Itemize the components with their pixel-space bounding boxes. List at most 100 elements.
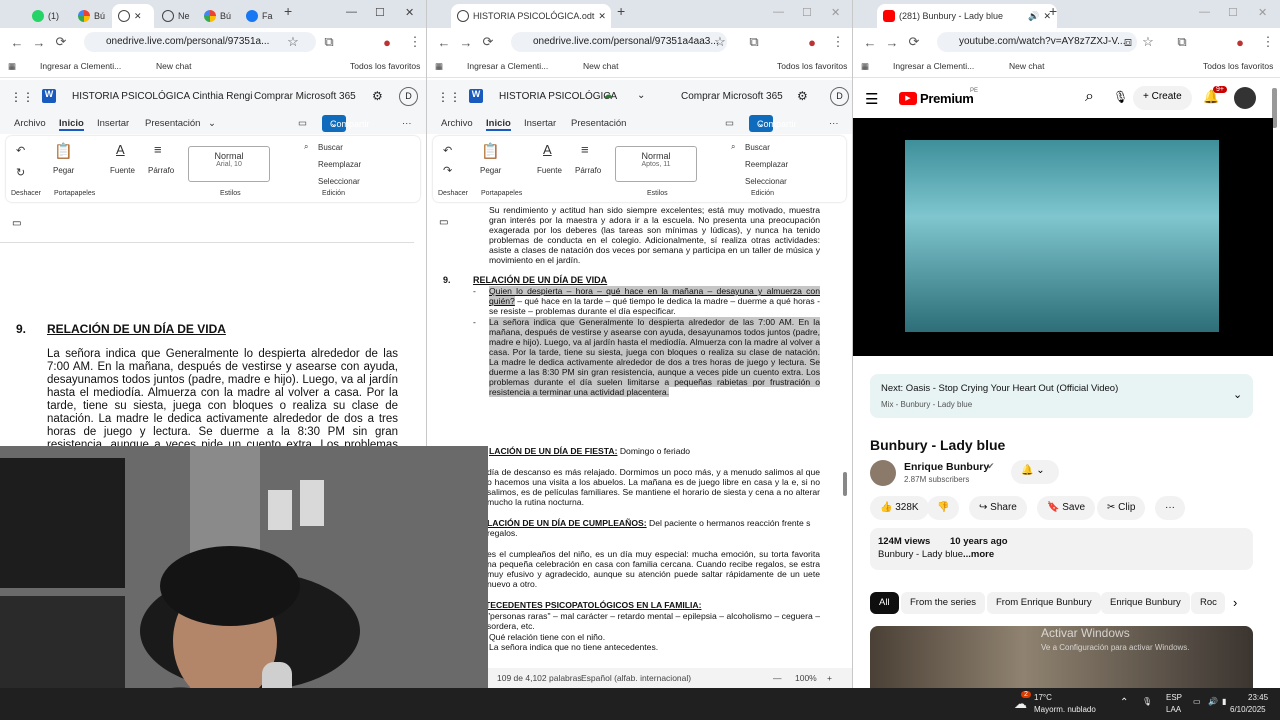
paste-icon[interactable]: 📋 xyxy=(481,142,500,160)
apps-icon[interactable]: ▦ xyxy=(435,61,443,72)
profile-icon[interactable]: ● xyxy=(1229,35,1251,50)
like-button[interactable]: 👍 328K xyxy=(870,496,929,520)
close-icon[interactable]: ✕ xyxy=(134,11,142,22)
document-canvas[interactable]: ▭ 9. RELACIÓN DE UN DÍA DE VIDA La señor… xyxy=(0,206,426,448)
apps-icon[interactable]: ▦ xyxy=(861,61,869,72)
chip-all[interactable]: All xyxy=(870,592,899,614)
menu-insertar[interactable]: Insertar xyxy=(524,118,556,129)
extensions-icon[interactable]: ⧉ xyxy=(743,34,765,50)
find-button[interactable]: Buscar xyxy=(745,143,770,152)
bookmark-all-favorites[interactable]: Todos los favoritos xyxy=(1203,61,1273,71)
menu-presentacion[interactable]: Presentación xyxy=(571,118,626,129)
paragraph-icon[interactable]: ≡ xyxy=(154,142,162,157)
battery-icon[interactable]: ▮ xyxy=(1222,697,1226,706)
bookmark-star-icon[interactable]: ☆ xyxy=(709,34,731,50)
network-icon[interactable]: ▭ xyxy=(1193,697,1201,706)
channel-name[interactable]: Enrique Bunbury xyxy=(904,461,989,473)
settings-gear-icon[interactable]: ⚙ xyxy=(372,89,383,103)
find-button[interactable]: Buscar xyxy=(318,143,343,152)
search-icon[interactable]: ⌕ xyxy=(1085,88,1094,106)
more-options-icon[interactable]: ··· xyxy=(402,118,412,129)
minimize-button[interactable]: — xyxy=(773,6,784,18)
audio-playing-icon[interactable]: 🔊 xyxy=(1028,11,1039,22)
style-gallery[interactable]: Normal Arial, 10 xyxy=(188,146,270,182)
extensions-icon[interactable]: ⧉ xyxy=(1171,34,1193,50)
chip-enrique-bunbury[interactable]: Enrique Bunbury xyxy=(1101,592,1190,614)
temperature[interactable]: 17°C xyxy=(1034,693,1052,702)
font-color-icon[interactable]: A xyxy=(543,142,552,157)
bookmark-new-chat[interactable]: New chat xyxy=(583,61,618,71)
extensions-icon[interactable]: ⧉ xyxy=(318,34,340,50)
sidebar-toggle-icon[interactable]: ▭ xyxy=(12,218,21,229)
cast-icon[interactable]: ⧈ xyxy=(1117,34,1139,50)
chevron-down-icon[interactable]: ⌄ xyxy=(637,90,645,101)
bookmark-new-chat[interactable]: New chat xyxy=(1009,61,1044,71)
replace-button[interactable]: Reemplazar xyxy=(318,160,361,169)
hamburger-menu-icon[interactable]: ☰ xyxy=(865,90,878,108)
new-tab-button[interactable]: + xyxy=(284,3,292,19)
more-options-icon[interactable]: ··· xyxy=(829,118,839,129)
style-gallery[interactable]: Normal Aptos, 11 xyxy=(615,146,697,182)
back-icon[interactable]: ← xyxy=(433,35,455,50)
back-icon[interactable]: ← xyxy=(6,35,28,50)
tab-onedrive[interactable]: ✕ xyxy=(112,4,154,28)
next-up-card[interactable]: Next: Oasis - Stop Crying Your Heart Out… xyxy=(870,374,1253,418)
more-actions-button[interactable]: ··· xyxy=(1155,496,1185,520)
chevron-down-icon[interactable]: ⌄ xyxy=(208,118,216,129)
tab-whatsapp[interactable]: (1) xyxy=(26,4,70,28)
zoom-level[interactable]: 100% xyxy=(795,673,817,683)
chevron-up-icon[interactable]: ⌃ xyxy=(1120,697,1128,708)
bookmark-new-chat[interactable]: New chat xyxy=(156,61,191,71)
tab-search-2[interactable]: Bú xyxy=(198,4,238,28)
menu-icon[interactable]: ⋮ xyxy=(1257,34,1279,50)
document-title[interactable]: HISTORIA PSICOLÓGICA xyxy=(499,91,617,102)
clip-button[interactable]: ✂ Clip xyxy=(1097,496,1146,520)
expand-chevron-icon[interactable]: ⌄ xyxy=(1233,388,1242,401)
language-code[interactable]: ESP xyxy=(1166,693,1182,702)
zoom-out-button[interactable]: — xyxy=(773,673,782,683)
clock-date[interactable]: 6/10/2025 xyxy=(1230,705,1266,714)
chip-rock[interactable]: Roc xyxy=(1191,592,1225,614)
menu-icon[interactable]: ⋮ xyxy=(827,34,849,50)
zoom-in-button[interactable]: + xyxy=(827,673,832,683)
close-window-button[interactable]: ✕ xyxy=(405,6,414,19)
close-window-button[interactable]: ✕ xyxy=(1258,6,1267,19)
description-box[interactable]: 124M views 10 years ago Bunbury - Lady b… xyxy=(870,528,1253,570)
paste-label[interactable]: Pegar xyxy=(53,166,74,175)
clock-time[interactable]: 23:45 xyxy=(1248,693,1268,702)
close-window-button[interactable]: ✕ xyxy=(831,6,840,19)
account-avatar[interactable]: D xyxy=(830,87,849,106)
forward-icon[interactable]: → xyxy=(455,35,477,50)
bookmark-clementi[interactable]: Ingresar a Clementi... xyxy=(467,61,548,71)
close-icon[interactable]: ✕ xyxy=(598,11,606,22)
paste-icon[interactable]: 📋 xyxy=(54,142,73,160)
notification-subscription-button[interactable]: 🔔 ⌄ xyxy=(1011,460,1059,484)
paragraph-label[interactable]: Párrafo xyxy=(575,166,601,175)
minimize-button[interactable]: — xyxy=(1199,6,1210,18)
settings-gear-icon[interactable]: ⚙ xyxy=(797,89,808,103)
chips-next-icon[interactable]: › xyxy=(1233,595,1237,610)
bookmark-all-favorites[interactable]: Todos los favoritos xyxy=(350,61,420,71)
video-player[interactable] xyxy=(853,118,1273,356)
document-canvas[interactable]: ▭ Su rendimiento y actitud han sido siem… xyxy=(427,204,847,668)
weather-description[interactable]: Mayorm. nublado xyxy=(1034,705,1096,714)
tab-new[interactable]: Ne xyxy=(156,4,196,28)
redo-icon[interactable]: ↷ xyxy=(443,164,452,177)
search-icon[interactable]: ⌕ xyxy=(731,142,735,152)
buy-m365-link[interactable]: Comprar Microsoft 365 xyxy=(254,91,356,102)
forward-icon[interactable]: → xyxy=(28,35,50,50)
maximize-button[interactable]: ☐ xyxy=(802,6,812,19)
back-icon[interactable]: ← xyxy=(859,35,881,50)
tab-youtube[interactable]: (281) Bunbury - Lady blue 🔊 ✕ xyxy=(877,4,1057,28)
microphone-icon[interactable]: 🎙 xyxy=(1113,90,1128,104)
youtube-premium-logo[interactable]: Premium xyxy=(920,91,974,106)
paragraph-icon[interactable]: ≡ xyxy=(581,142,589,157)
share-button[interactable]: ↪ Share xyxy=(969,496,1027,520)
vertical-scrollbar[interactable] xyxy=(843,472,847,496)
menu-archivo[interactable]: Archivo xyxy=(14,118,46,129)
menu-inicio[interactable]: Inicio xyxy=(486,118,511,131)
share-button[interactable]: Compartir ⌄ xyxy=(322,115,370,132)
bookmark-clementi[interactable]: Ingresar a Clementi... xyxy=(40,61,121,71)
weather-icon[interactable]: ☁ xyxy=(1014,696,1027,712)
buy-m365-link[interactable]: Comprar Microsoft 365 xyxy=(681,91,783,102)
